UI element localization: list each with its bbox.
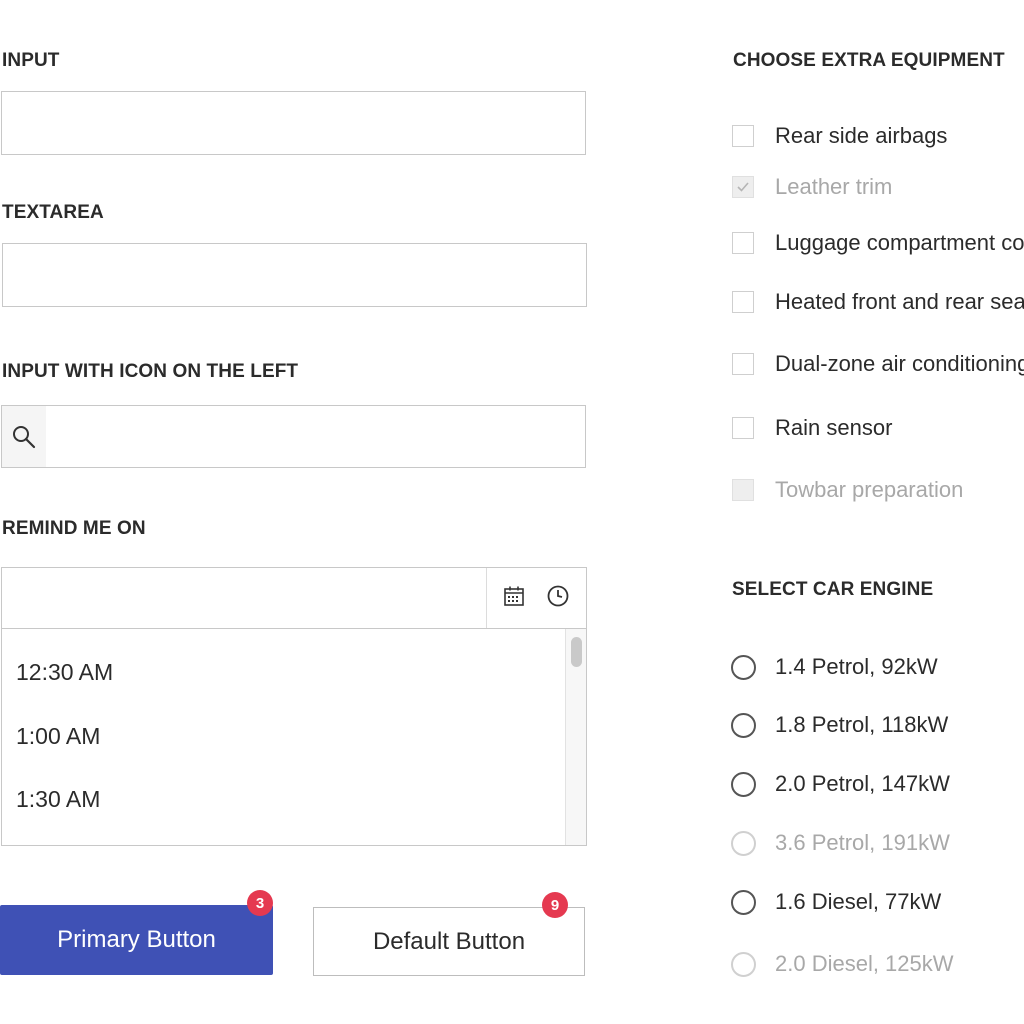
primary-button[interactable]: Primary Button [0, 905, 273, 975]
checkbox-label: Dual-zone air conditioning [775, 351, 1024, 376]
search-input[interactable] [2, 406, 585, 467]
checkbox-rear-side-airbags[interactable]: Rear side airbags [732, 123, 947, 149]
datetime-input-wrapper [1, 567, 587, 629]
clock-icon[interactable] [546, 584, 570, 613]
text-input-wrapper [1, 91, 586, 155]
icon-input-label: INPUT WITH ICON ON THE LEFT [2, 361, 299, 382]
scrollbar-track[interactable] [565, 629, 586, 845]
default-button[interactable]: Default Button [313, 907, 585, 976]
default-button-label: Default Button [372, 927, 526, 955]
checkbox-rain-sensor[interactable]: Rain sensor [732, 415, 892, 441]
checkbox-towbar[interactable]: Towbar preparation [732, 477, 963, 503]
radio-label: 1.8 Petrol, 118kW [775, 712, 949, 737]
time-option[interactable]: 1:00 AM [16, 723, 100, 750]
checkbox-label: Luggage compartment cove [775, 230, 1024, 255]
input-label: INPUT [2, 50, 60, 71]
primary-button-badge: 3 [247, 890, 273, 916]
radio-circle[interactable] [731, 712, 756, 738]
radio-circle[interactable] [731, 771, 756, 797]
textarea-wrapper [2, 243, 587, 307]
checkbox-box[interactable] [732, 125, 754, 147]
checkbox-label: Rear side airbags [775, 123, 948, 148]
search-input-wrapper [1, 405, 586, 468]
checkbox-heated-seats[interactable]: Heated front and rear seats [732, 289, 1024, 315]
radio-label: 2.0 Petrol, 147kW [775, 771, 950, 796]
checkbox-label: Towbar preparation [775, 477, 964, 502]
checkbox-box[interactable] [732, 232, 754, 254]
checkbox-dual-zone-ac[interactable]: Dual-zone air conditioning [732, 351, 1024, 377]
radio-label: 2.0 Diesel, 125kW [775, 951, 954, 976]
radio-1-8-petrol[interactable]: 1.8 Petrol, 118kW [731, 712, 948, 738]
checkbox-box[interactable] [732, 291, 754, 313]
check-icon [737, 182, 749, 192]
checkbox-box[interactable] [732, 353, 754, 375]
radio-1-4-petrol[interactable]: 1.4 Petrol, 92kW [731, 654, 938, 680]
checkbox-label: Leather trim [775, 174, 893, 199]
checkbox-leather-trim[interactable]: Leather trim [732, 174, 892, 200]
radio-2-0-petrol[interactable]: 2.0 Petrol, 147kW [731, 771, 950, 797]
checkbox-box[interactable] [732, 417, 754, 439]
scrollbar-thumb[interactable] [571, 637, 582, 667]
checkbox-luggage-cover[interactable]: Luggage compartment cove [732, 230, 1024, 256]
textarea-field[interactable] [3, 244, 586, 306]
radio-circle-disabled[interactable] [731, 951, 756, 977]
checkbox-box-checked[interactable] [732, 176, 754, 198]
radio-label: 1.4 Petrol, 92kW [775, 654, 938, 679]
radio-label: 1.6 Diesel, 77kW [775, 889, 942, 914]
remind-label: REMIND ME ON [2, 518, 146, 539]
text-input[interactable] [2, 92, 585, 154]
search-icon [2, 406, 46, 467]
equipment-title: CHOOSE EXTRA EQUIPMENT [733, 50, 1005, 71]
radio-circle-disabled[interactable] [731, 830, 756, 856]
datetime-input[interactable] [2, 568, 488, 628]
radio-circle[interactable] [731, 889, 756, 915]
time-option[interactable]: 12:30 AM [16, 659, 113, 686]
time-option[interactable]: 1:30 AM [16, 786, 100, 813]
radio-1-6-diesel[interactable]: 1.6 Diesel, 77kW [731, 889, 941, 915]
datetime-icons [486, 568, 586, 628]
checkbox-box-disabled[interactable] [732, 479, 754, 501]
time-list: 12:30 AM 1:00 AM 1:30 AM [1, 629, 587, 846]
primary-button-label: Primary Button [57, 926, 216, 953]
checkbox-label: Rain sensor [775, 415, 893, 440]
radio-circle[interactable] [731, 654, 756, 680]
textarea-label: TEXTAREA [2, 202, 104, 223]
default-button-badge: 9 [542, 892, 568, 918]
radio-label: 3.6 Petrol, 191kW [775, 830, 950, 855]
radio-2-0-diesel[interactable]: 2.0 Diesel, 125kW [731, 951, 954, 977]
calendar-icon[interactable] [503, 585, 525, 612]
radio-3-6-petrol[interactable]: 3.6 Petrol, 191kW [731, 830, 950, 856]
checkbox-label: Heated front and rear seats [775, 289, 1024, 314]
engine-title: SELECT CAR ENGINE [732, 579, 934, 600]
